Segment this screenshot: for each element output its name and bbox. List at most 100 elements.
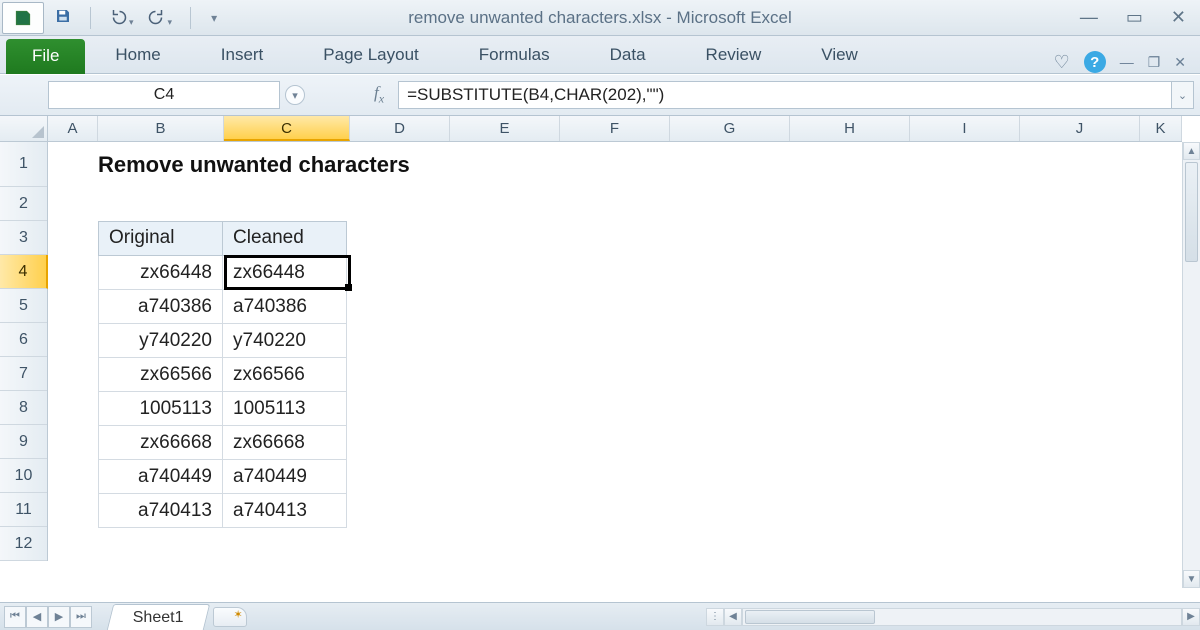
- cell-original[interactable]: a740413: [99, 494, 223, 528]
- tab-home[interactable]: Home: [85, 38, 190, 73]
- hscroll-splitter-icon[interactable]: ⋮: [706, 608, 724, 626]
- save-icon[interactable]: [54, 7, 72, 28]
- redo-icon[interactable]: ▾: [148, 7, 173, 28]
- row-header-10[interactable]: 10: [0, 459, 47, 493]
- formula-bar: C4 ▾ fx =SUBSTITUTE(B4,CHAR(202),"") ⌄: [0, 74, 1200, 116]
- cell-cleaned[interactable]: y740220: [223, 324, 347, 358]
- tab-view[interactable]: View: [791, 38, 888, 73]
- header-cleaned[interactable]: Cleaned: [223, 222, 347, 256]
- cell-cleaned[interactable]: zx66668: [223, 426, 347, 460]
- tab-insert[interactable]: Insert: [191, 38, 294, 73]
- cell-cleaned[interactable]: 1005113: [223, 392, 347, 426]
- col-header-A[interactable]: A: [48, 116, 98, 141]
- expand-formula-bar-icon[interactable]: ⌄: [1172, 81, 1194, 109]
- table-row: 10051131005113: [99, 392, 347, 426]
- tab-formulas[interactable]: Formulas: [449, 38, 580, 73]
- row-header-6[interactable]: 6: [0, 323, 47, 357]
- cell-original[interactable]: y740220: [99, 324, 223, 358]
- workbook-restore-icon[interactable]: ❐: [1148, 54, 1161, 71]
- formula-input[interactable]: =SUBSTITUTE(B4,CHAR(202),""): [398, 81, 1172, 109]
- cell-original[interactable]: zx66668: [99, 426, 223, 460]
- name-box[interactable]: C4 ▾: [48, 81, 280, 109]
- row-header-9[interactable]: 9: [0, 425, 47, 459]
- cell-cleaned[interactable]: a740386: [223, 290, 347, 324]
- formula-text: =SUBSTITUTE(B4,CHAR(202),""): [407, 85, 664, 105]
- cell-original[interactable]: zx66566: [99, 358, 223, 392]
- table-row: zx66566zx66566: [99, 358, 347, 392]
- insert-function-icon[interactable]: fx: [374, 83, 384, 106]
- cell-cleaned[interactable]: a740413: [223, 494, 347, 528]
- col-header-K[interactable]: K: [1140, 116, 1182, 141]
- header-original[interactable]: Original: [99, 222, 223, 256]
- tab-review[interactable]: Review: [676, 38, 792, 73]
- table-row: y740220y740220: [99, 324, 347, 358]
- col-header-C[interactable]: C: [224, 116, 350, 141]
- undo-icon[interactable]: ▾: [109, 7, 134, 28]
- sheet-nav: ⏮ ◀ ▶ ⏭: [4, 606, 92, 628]
- sheet-next-icon[interactable]: ▶: [48, 606, 70, 628]
- file-tab[interactable]: File: [6, 39, 85, 74]
- col-header-G[interactable]: G: [670, 116, 790, 141]
- table-row: a740386a740386: [99, 290, 347, 324]
- sheet-title-cell: Remove unwanted characters: [98, 142, 410, 187]
- name-box-dropdown-icon[interactable]: ▾: [285, 85, 305, 105]
- row-header-4[interactable]: 4: [0, 255, 48, 289]
- cell-cleaned[interactable]: zx66566: [223, 358, 347, 392]
- minimize-ribbon-icon[interactable]: ♡: [1054, 52, 1070, 73]
- name-box-value: C4: [154, 86, 174, 104]
- close-icon[interactable]: ✕: [1171, 7, 1186, 28]
- hscroll-right-icon[interactable]: ▶: [1182, 608, 1200, 626]
- cell-cleaned[interactable]: zx66448: [223, 256, 347, 290]
- col-header-I[interactable]: I: [910, 116, 1020, 141]
- tab-data[interactable]: Data: [580, 38, 676, 73]
- row-header-3[interactable]: 3: [0, 221, 47, 255]
- cells-area[interactable]: Remove unwanted characters Original Clea…: [48, 142, 1182, 588]
- hscroll-thumb[interactable]: [745, 610, 875, 624]
- status-bar: ⏮ ◀ ▶ ⏭ Sheet1 ⋮ ◀ ▶: [0, 602, 1200, 630]
- row-header-8[interactable]: 8: [0, 391, 47, 425]
- row-header-1[interactable]: 1: [0, 142, 47, 187]
- row-header-5[interactable]: 5: [0, 289, 47, 323]
- minimize-icon[interactable]: ―: [1080, 7, 1098, 28]
- new-sheet-icon[interactable]: [213, 607, 247, 627]
- table-row: zx66668zx66668: [99, 426, 347, 460]
- help-icon[interactable]: ?: [1084, 51, 1106, 73]
- vscroll-thumb[interactable]: [1185, 162, 1198, 262]
- data-table: Original Cleaned zx66448zx66448a740386a7…: [98, 221, 347, 528]
- cell-cleaned[interactable]: a740449: [223, 460, 347, 494]
- col-header-H[interactable]: H: [790, 116, 910, 141]
- tab-page-layout[interactable]: Page Layout: [293, 38, 448, 73]
- vertical-scrollbar[interactable]: ▲ ▼: [1182, 142, 1200, 588]
- sheet-prev-icon[interactable]: ◀: [26, 606, 48, 628]
- table-row: a740413a740413: [99, 494, 347, 528]
- row-header-12[interactable]: 12: [0, 527, 47, 561]
- col-header-E[interactable]: E: [450, 116, 560, 141]
- workbook-minimize-icon[interactable]: ―: [1120, 54, 1134, 70]
- row-header-2[interactable]: 2: [0, 187, 47, 221]
- maximize-icon[interactable]: ▭: [1126, 7, 1143, 28]
- quick-access-toolbar: ▾ ▾ ▾: [54, 7, 217, 29]
- hscroll-left-icon[interactable]: ◀: [724, 608, 742, 626]
- col-header-F[interactable]: F: [560, 116, 670, 141]
- col-header-D[interactable]: D: [350, 116, 450, 141]
- horizontal-scrollbar[interactable]: ⋮ ◀ ▶: [706, 603, 1200, 630]
- row-header-11[interactable]: 11: [0, 493, 47, 527]
- sheet-tab[interactable]: Sheet1: [107, 604, 210, 630]
- select-all-button[interactable]: [0, 116, 48, 141]
- col-header-B[interactable]: B: [98, 116, 224, 141]
- cell-original[interactable]: a740449: [99, 460, 223, 494]
- cell-original[interactable]: a740386: [99, 290, 223, 324]
- col-header-J[interactable]: J: [1020, 116, 1140, 141]
- sheet-first-icon[interactable]: ⏮: [4, 606, 26, 628]
- workbook-close-icon[interactable]: ✕: [1174, 54, 1186, 71]
- row-headers: 123456789101112: [0, 142, 48, 561]
- cell-original[interactable]: 1005113: [99, 392, 223, 426]
- excel-app-icon[interactable]: [2, 2, 44, 34]
- qat-customize-icon[interactable]: ▾: [211, 11, 217, 25]
- title-bar: ▾ ▾ ▾ remove unwanted characters.xlsx - …: [0, 0, 1200, 36]
- scroll-up-icon[interactable]: ▲: [1183, 142, 1200, 160]
- row-header-7[interactable]: 7: [0, 357, 47, 391]
- scroll-down-icon[interactable]: ▼: [1183, 570, 1200, 588]
- cell-original[interactable]: zx66448: [99, 256, 223, 290]
- sheet-last-icon[interactable]: ⏭: [70, 606, 92, 628]
